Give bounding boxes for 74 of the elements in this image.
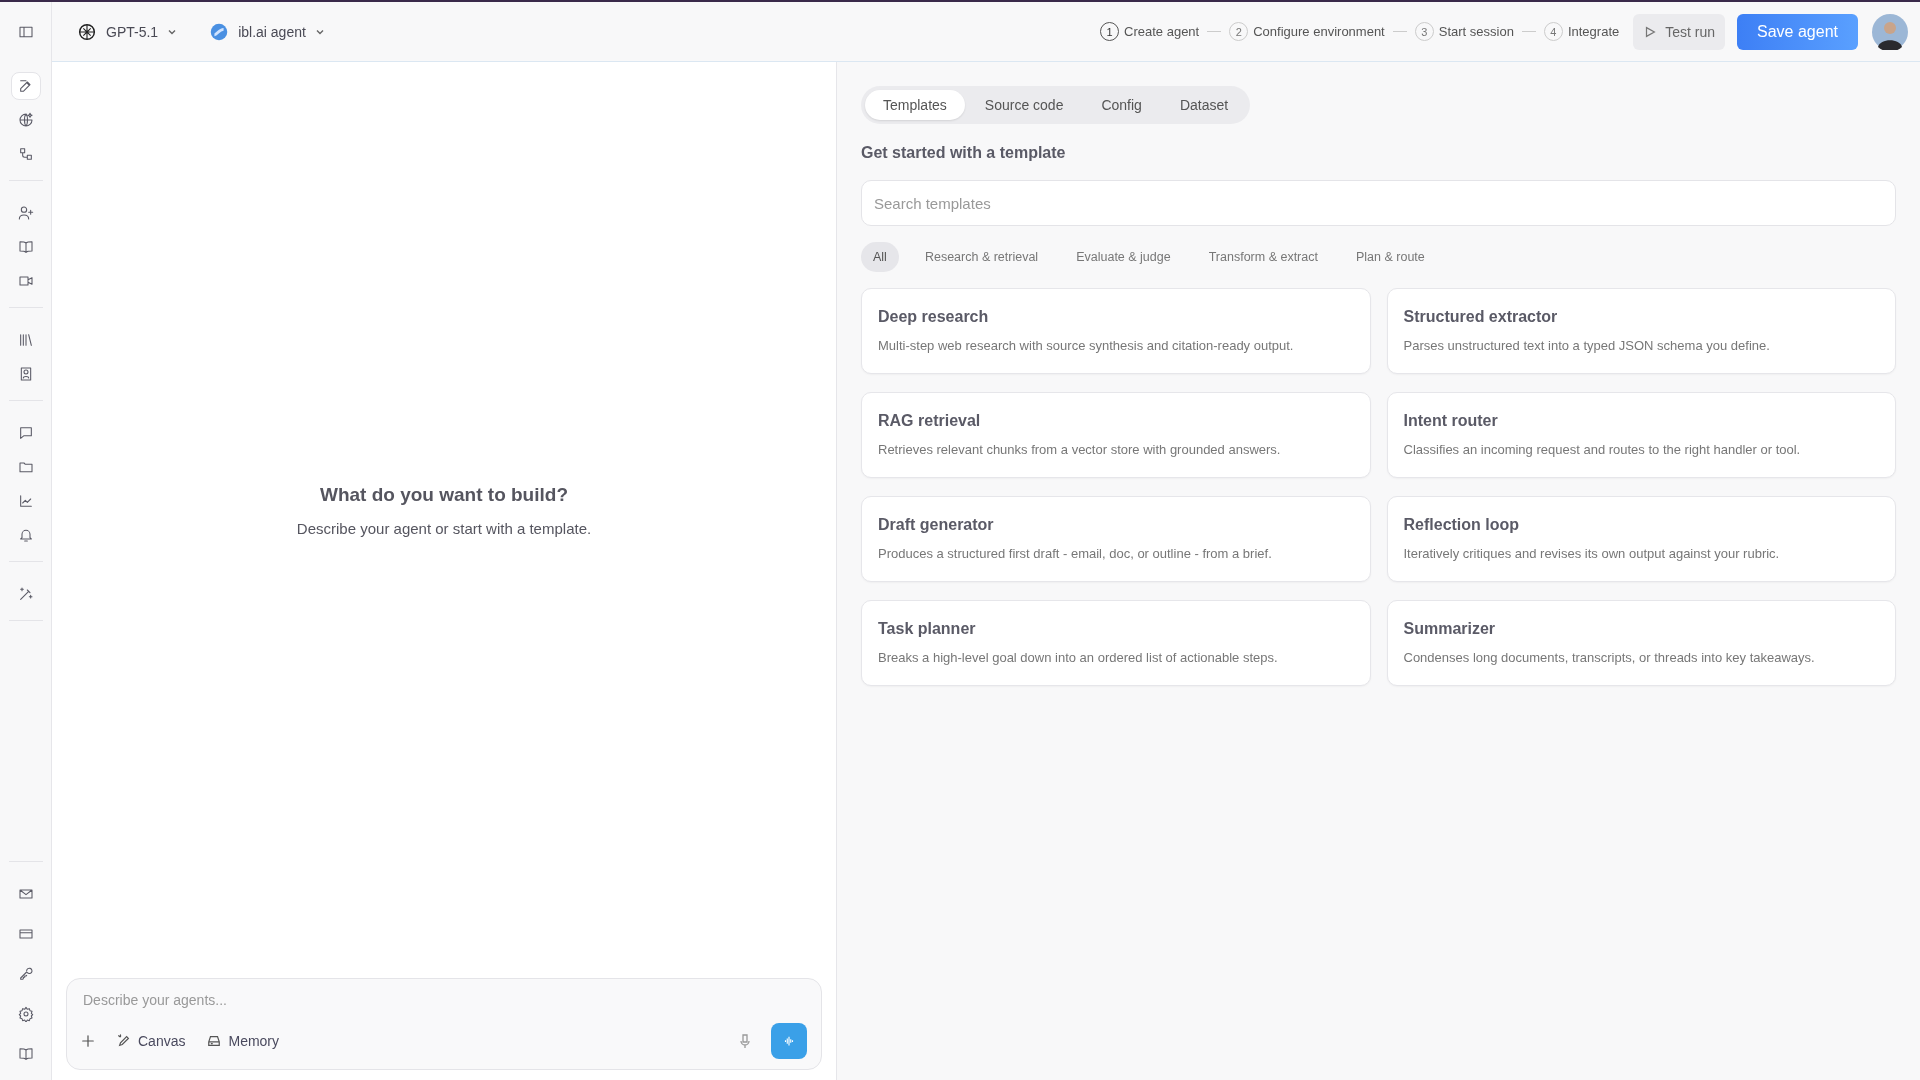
filter-chip[interactable]: Plan & route	[1343, 242, 1437, 272]
template-title: Reflection loop	[1403, 516, 1521, 534]
settings-icon	[17, 1006, 34, 1022]
voice-button[interactable]	[771, 1023, 807, 1059]
template-card[interactable]: Draft generator Produces a structured first draft - email, doc, or outline - from a brief.	[861, 496, 1371, 582]
filter-chip[interactable]: Transform & extract	[1196, 242, 1330, 272]
template-card[interactable]: Summarizer Condenses long documents, transcripts, or threads into key takeaways.	[1386, 600, 1896, 686]
filter-chip[interactable]: Evaluate & judge	[1064, 242, 1183, 272]
chat-heading: What do you want to build?	[320, 483, 568, 506]
template-card[interactable]: Structured extractor Parses unstructured text into a typed JSON schema you define.	[1386, 288, 1896, 374]
card-icon	[17, 926, 34, 942]
prompt-field[interactable]: Describe your agents...	[81, 991, 807, 1009]
template-title: Task planner	[878, 620, 977, 638]
tab[interactable]: Dataset	[1161, 90, 1247, 120]
microphone-icon[interactable]	[737, 1033, 753, 1049]
play-icon	[1643, 24, 1658, 39]
tab[interactable]: Source code	[966, 90, 1082, 120]
library-icon	[17, 332, 34, 348]
template-card[interactable]: Reflection loop Iteratively critiques and revises its own output against your rubric.	[1386, 496, 1896, 582]
template-title: Structured extractor	[1403, 308, 1559, 326]
chart-icon	[17, 493, 34, 509]
sidebar-toggle-icon[interactable]	[17, 24, 34, 40]
edit-nav-button[interactable]	[10, 72, 41, 100]
key-icon	[17, 966, 34, 982]
template-description: Condenses long documents, transcripts, or threads into key takeaways.	[1403, 650, 1816, 665]
edit-icon	[17, 78, 34, 94]
template-card[interactable]: Task planner Breaks a high-level goal down into an ordered list of actionable steps.	[861, 600, 1371, 686]
template-description: Iteratively critiques and revises its own output against your rubric.	[1403, 546, 1781, 561]
filter-chip[interactable]: Research & retrieval	[912, 242, 1051, 272]
section-title: Get started with a template	[861, 144, 1067, 162]
chat-subheading: Describe your agent or start with a template.	[296, 519, 592, 537]
template-description: Retrieves relevant chunks from a vector store with grounded answers.	[878, 442, 1282, 457]
template-card[interactable]: Deep research Multi-step web research with source synthesis and citation-ready output.	[861, 288, 1371, 374]
template-card[interactable]: Intent router Classifies an incoming request and routes to the right handler or tool.	[1386, 392, 1896, 478]
globe-icon	[17, 112, 34, 128]
template-description: Classifies an incoming request and routes to the right handler or tool.	[1403, 442, 1802, 457]
template-description: Multi-step web research with source synthesis and citation-ready output.	[878, 338, 1295, 353]
template-description: Parses unstructured text into a typed JSON schema you define.	[1403, 338, 1771, 353]
filter-chip[interactable]: All	[861, 242, 899, 272]
chat-icon	[17, 425, 34, 441]
template-title: Intent router	[1403, 412, 1499, 430]
template-title: Deep research	[878, 308, 990, 326]
step-item[interactable]: 1 Create agent	[1100, 22, 1200, 41]
agent-selector[interactable]: ibl.ai agent	[208, 20, 326, 43]
nodes-icon	[17, 146, 34, 162]
avatar[interactable]	[1872, 13, 1908, 50]
template-card[interactable]: RAG retrieval Retrieves relevant chunks from a vector store with grounded answers.	[861, 392, 1371, 478]
template-description: Produces a structured first draft - email, doc, or outline - from a brief.	[878, 546, 1273, 561]
test-run-button[interactable]: Test run	[1633, 13, 1726, 50]
user-add-icon	[17, 205, 34, 221]
mail-icon	[17, 886, 34, 902]
tab[interactable]: Config	[1083, 90, 1160, 120]
step-item[interactable]: 4 Integrate	[1543, 22, 1620, 41]
canvas-button[interactable]: Canvas	[117, 1033, 186, 1049]
video-icon	[17, 273, 34, 289]
tab[interactable]: Templates	[865, 90, 965, 120]
step-item[interactable]: 3 Start session	[1414, 22, 1514, 41]
add-button[interactable]	[81, 1034, 95, 1048]
pencil-sparkle-icon	[117, 1034, 131, 1048]
search-field[interactable]: Search templates	[861, 180, 1896, 226]
drive-icon	[207, 1034, 222, 1048]
book-icon	[17, 239, 34, 255]
template-description: Breaks a high-level goal down into an ordered list of actionable steps.	[878, 650, 1279, 665]
memory-button[interactable]: Memory	[207, 1033, 280, 1049]
waveform-icon	[782, 1034, 796, 1048]
bell-icon	[17, 527, 34, 543]
template-title: Summarizer	[1403, 620, 1497, 638]
template-title: RAG retrieval	[878, 412, 982, 430]
step-item[interactable]: 2 Configure environment	[1229, 22, 1385, 41]
model-selector[interactable]: GPT-5.1	[76, 20, 179, 43]
wand-icon	[17, 586, 34, 602]
folder-icon	[17, 459, 34, 475]
template-title: Draft generator	[878, 516, 995, 534]
guide-icon	[17, 1046, 34, 1062]
